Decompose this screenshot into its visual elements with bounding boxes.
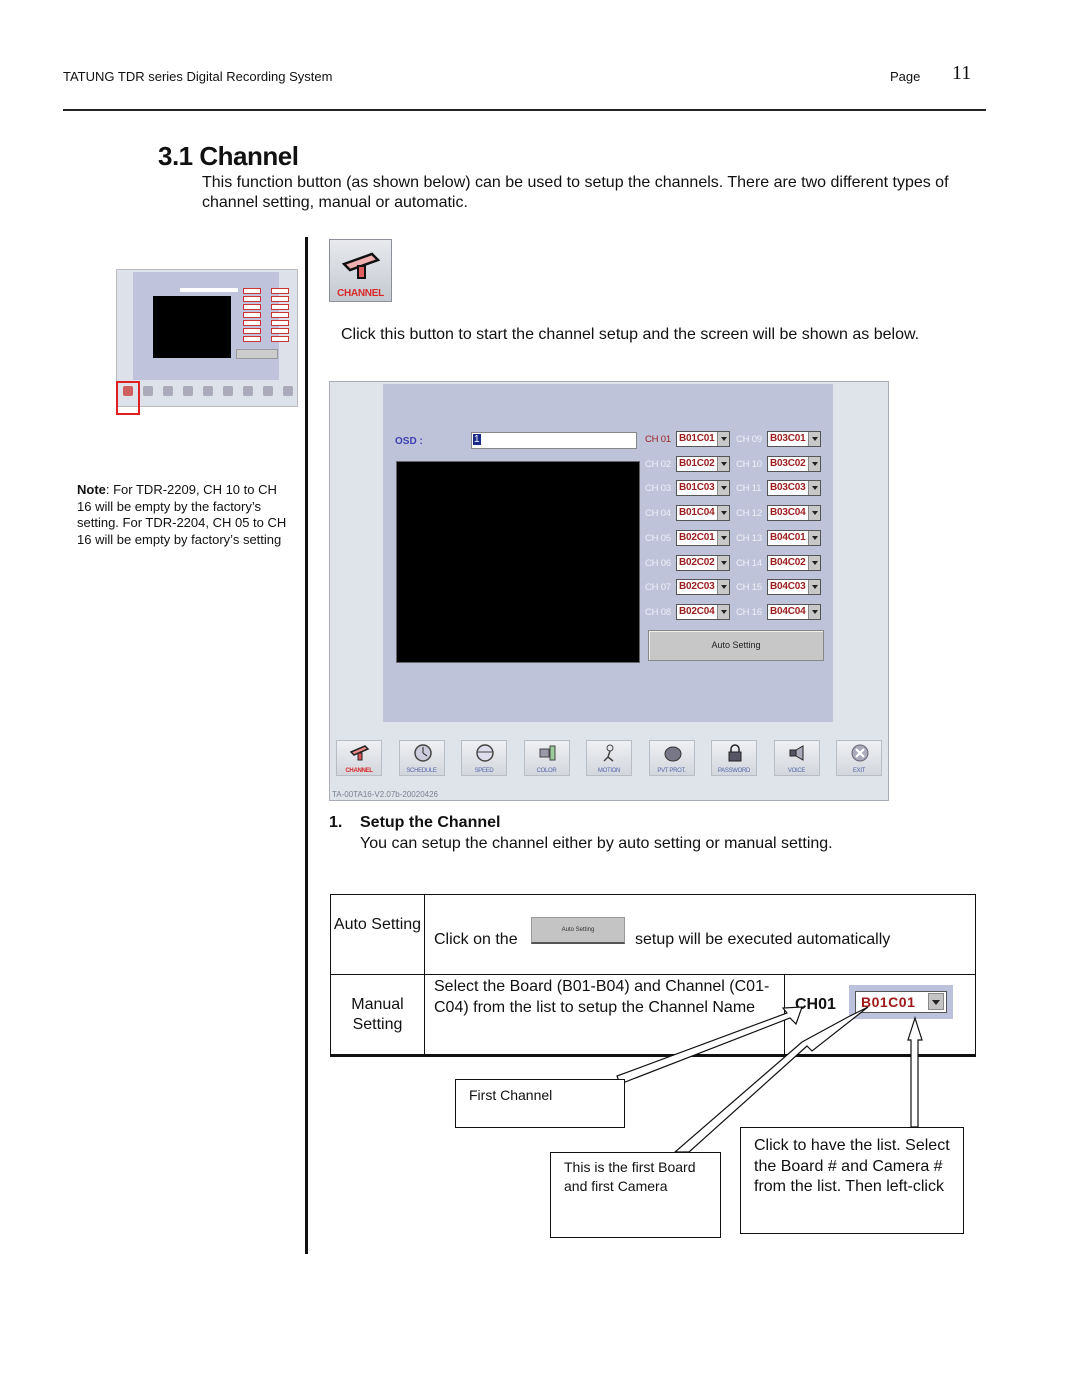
callout-first-channel: First Channel — [455, 1079, 625, 1128]
callout-click-list: Click to have the list. Select the Board… — [740, 1127, 964, 1234]
callout-board-camera: This is the first Board and first Camera — [550, 1152, 721, 1238]
arrow-dropdown — [907, 1016, 923, 1128]
